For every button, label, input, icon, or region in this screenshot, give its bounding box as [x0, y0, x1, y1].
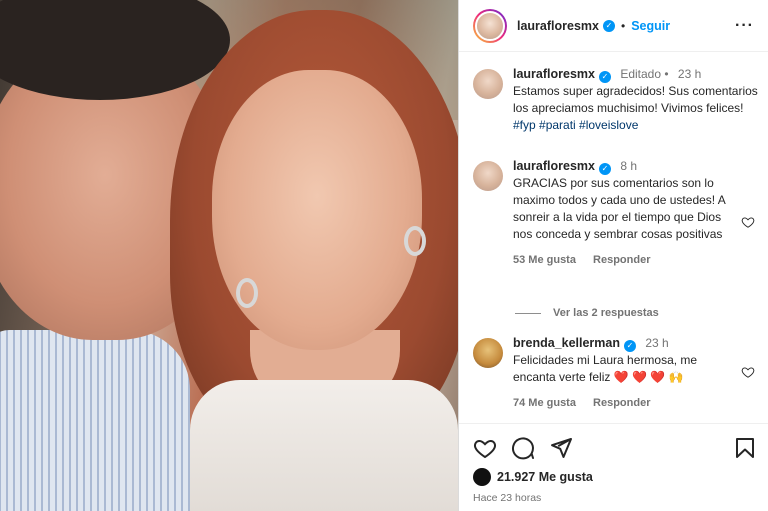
post-photo[interactable] [0, 0, 458, 511]
instagram-post: laurafloresmx ✓ • Seguir ··· lauraflores… [0, 0, 768, 511]
photo-face-right [212, 70, 422, 350]
comment-icon[interactable] [511, 436, 535, 460]
comment-time[interactable]: 23 h [645, 336, 668, 350]
caption: laurafloresmx ✓ Editado • 23 h Estamos su… [473, 66, 763, 134]
likes-count[interactable]: 21.927 Me gusta [497, 470, 593, 484]
comment-likes[interactable]: 53 Me gusta [513, 254, 576, 266]
comment-item: brenda_kellerman ✓ 23 h Felicidades mi La… [473, 335, 763, 412]
photo-top [190, 380, 458, 511]
more-options-icon[interactable]: ··· [735, 17, 754, 35]
verified-icon: ✓ [598, 70, 611, 83]
photo-shirt [0, 330, 190, 511]
comment-body: brenda_kellerman ✓ 23 h Felicidades mi La… [513, 335, 733, 412]
author-username[interactable]: laurafloresmx [517, 19, 599, 33]
heart-icon[interactable] [473, 436, 497, 460]
view-replies[interactable]: Ver las 2 respuestas [515, 307, 659, 319]
earring-left [236, 278, 258, 308]
post-timestamp: Hace 23 horas [473, 492, 542, 504]
comment-username[interactable]: brenda_kellerman [513, 336, 620, 350]
comment-username[interactable]: laurafloresmx [513, 67, 595, 81]
post-footer: 21.927 Me gusta Hace 23 horas [459, 423, 768, 511]
liker-avatar [473, 468, 491, 486]
comment-like-icon[interactable] [741, 215, 755, 229]
comment-actions: 53 Me gusta Responder [513, 252, 733, 269]
comment-body: laurafloresmx ✓ 8 h GRACIAS por sus comen… [513, 158, 733, 269]
comment-like-icon[interactable] [741, 365, 755, 379]
action-bar [473, 436, 757, 460]
bookmark-icon[interactable] [733, 436, 757, 460]
comment-time[interactable]: 23 h [678, 67, 701, 81]
post-header: laurafloresmx ✓ • Seguir ··· [459, 0, 768, 52]
replies-line [515, 312, 541, 314]
follow-button[interactable]: Seguir [631, 19, 670, 33]
verified-icon: ✓ [598, 162, 611, 175]
comment-likes[interactable]: 74 Me gusta [513, 397, 576, 409]
comment-actions: 74 Me gusta Responder [513, 395, 733, 412]
earring-right [404, 226, 426, 256]
comment-avatar[interactable] [473, 161, 503, 191]
verified-icon: ✓ [602, 19, 615, 32]
comment-item: laurafloresmx ✓ 8 h GRACIAS por sus comen… [473, 158, 763, 269]
comment-text: GRACIAS por sus comentarios son lo maxim… [513, 176, 726, 241]
verified-icon: ✓ [624, 339, 636, 352]
meta-separator: • [664, 67, 669, 81]
comments-panel: laurafloresmx ✓ • Seguir ··· lauraflores… [458, 0, 768, 511]
caption-hashtags[interactable]: #fyp #parati #loveislove [513, 118, 638, 132]
likes-summary[interactable]: 21.927 Me gusta [473, 468, 593, 486]
author-avatar[interactable] [473, 8, 507, 43]
heart-emoji-icons: ❤️ ❤️ ❤️ 🙌 [613, 370, 684, 384]
comment-username[interactable]: laurafloresmx [513, 159, 595, 173]
comment-avatar[interactable] [473, 338, 503, 368]
reply-button[interactable]: Responder [593, 397, 650, 409]
view-replies-label[interactable]: Ver las 2 respuestas [553, 307, 659, 319]
edited-label: Editado [620, 67, 662, 81]
reply-button[interactable]: Responder [593, 254, 650, 266]
share-icon[interactable] [549, 436, 573, 460]
comment-avatar[interactable] [473, 69, 503, 99]
comments-list[interactable]: laurafloresmx ✓ Editado • 23 h Estamos su… [459, 53, 768, 423]
comment-time[interactable]: 8 h [620, 159, 637, 173]
caption-body: laurafloresmx ✓ Editado • 23 h Estamos su… [513, 66, 763, 134]
header-separator: • [620, 18, 626, 33]
caption-text: Estamos super agradecidos! Sus comentari… [513, 84, 758, 115]
